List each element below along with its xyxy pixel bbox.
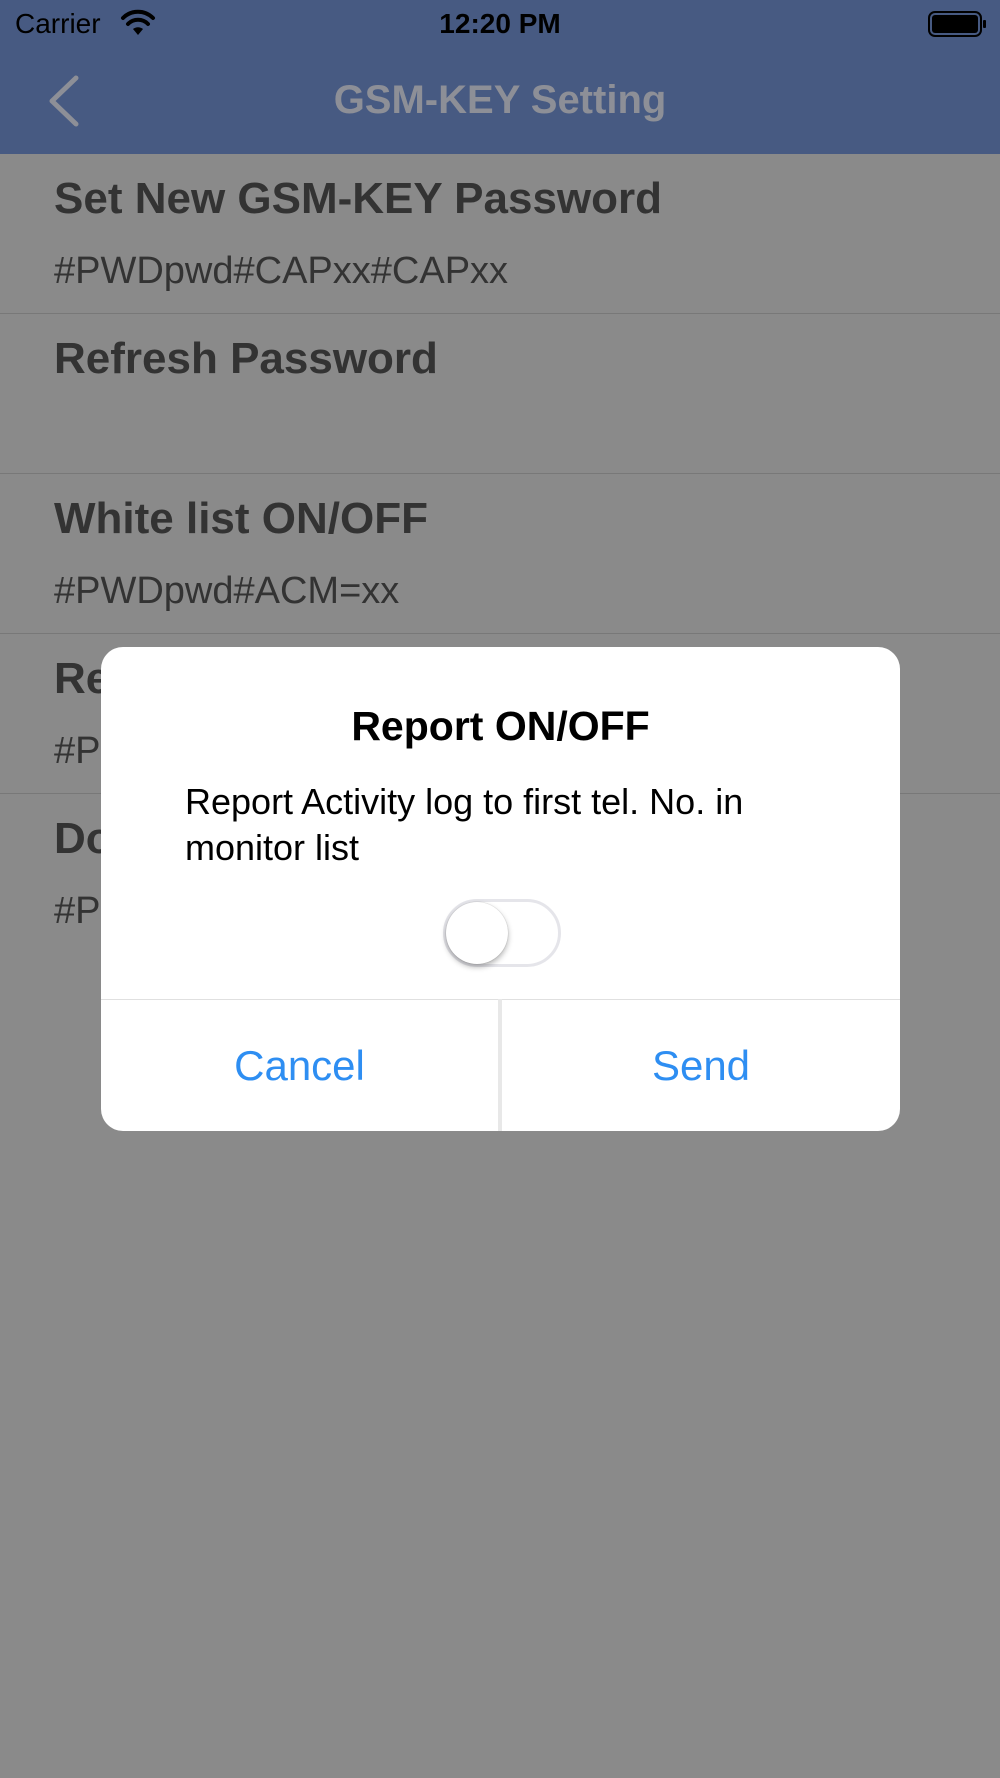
page-title: GSM-KEY Setting — [333, 78, 667, 122]
report-toggle[interactable] — [443, 899, 561, 967]
cancel-button[interactable]: Cancel — [101, 1000, 498, 1131]
toggle-knob — [446, 902, 508, 964]
setting-row-new-password[interactable]: Set New GSM-KEY Password #PWDpwd#CAPxx#C… — [0, 154, 1000, 314]
setting-command: #PWDpwd#ACM=xx — [54, 570, 400, 612]
dialog-message: Report Activity log to first tel. No. in… — [185, 781, 744, 868]
report-dialog: Report ON/OFF Report Activity log to fir… — [101, 647, 900, 1131]
setting-row-white-list[interactable]: White list ON/OFF #PWDpwd#ACM=xx — [0, 474, 1000, 634]
setting-command: #P — [54, 730, 101, 772]
battery-full-icon — [928, 11, 986, 37]
status-time: 12:20 PM — [439, 8, 561, 39]
send-button[interactable]: Send — [502, 1000, 900, 1131]
navigation-bar: GSM-KEY Setting — [0, 50, 1000, 154]
setting-command: #P — [54, 890, 101, 932]
setting-title: White list ON/OFF — [54, 494, 428, 543]
status-bar: Carrier 12:20 PM — [0, 0, 1000, 50]
setting-title: Refresh Password — [54, 334, 438, 383]
setting-row-refresh-password[interactable]: Refresh Password — [0, 314, 1000, 474]
setting-command: #PWDpwd#CAPxx#CAPxx — [54, 250, 509, 292]
setting-title: Set New GSM-KEY Password — [54, 174, 663, 223]
dialog-title: Report ON/OFF — [351, 703, 650, 749]
